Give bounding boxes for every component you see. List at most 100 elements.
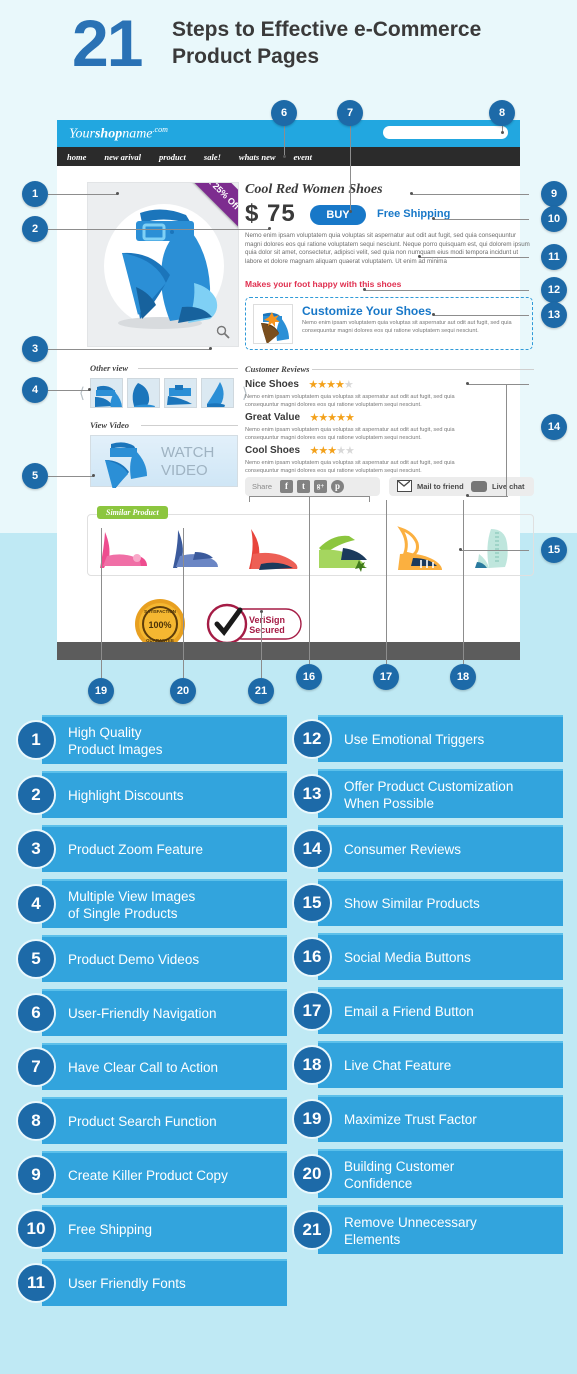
step-item[interactable]: Consumer Reviews 14 bbox=[292, 825, 563, 872]
twitter-icon[interactable]: t bbox=[297, 480, 310, 493]
leader-line-11 bbox=[420, 257, 529, 258]
step-item[interactable]: User-Friendly Navigation 6 bbox=[16, 989, 287, 1036]
leader-dot-8 bbox=[501, 131, 504, 134]
step-item[interactable]: Email a Friend Button 17 bbox=[292, 987, 563, 1034]
nav-item-sale[interactable]: sale! bbox=[204, 152, 221, 162]
customer-reviews-label: Customer Reviews bbox=[245, 364, 310, 374]
step-bar: Product Zoom Feature bbox=[42, 825, 287, 872]
leader-line-13 bbox=[434, 315, 529, 316]
logo-tld: .com bbox=[152, 125, 168, 134]
step-item[interactable]: Product Zoom Feature 3 bbox=[16, 825, 287, 872]
thumbnail-2[interactable] bbox=[127, 378, 160, 408]
logo-post: name bbox=[122, 126, 153, 142]
step-number-badge: 10 bbox=[16, 1208, 56, 1249]
step-number-badge: 6 bbox=[16, 992, 56, 1033]
step-item[interactable]: Product Demo Videos 5 bbox=[16, 935, 287, 982]
similar-product-red-pump[interactable] bbox=[239, 526, 309, 572]
leader-line-14b bbox=[506, 384, 507, 496]
googleplus-icon[interactable]: g+ bbox=[314, 480, 327, 493]
step-item[interactable]: Building Customer Confidence 20 bbox=[292, 1149, 563, 1198]
thumbnail-4[interactable] bbox=[201, 378, 234, 408]
step-bar: User-Friendly Navigation bbox=[42, 989, 287, 1036]
leader-dot-10 bbox=[432, 217, 435, 220]
step-item[interactable]: Highlight Discounts 2 bbox=[16, 771, 287, 818]
thumbnail-1[interactable] bbox=[90, 378, 123, 408]
step-bar: Offer Product Customization When Possible bbox=[318, 769, 563, 818]
step-bar: High Quality Product Images bbox=[42, 715, 287, 764]
step-label: Consumer Reviews bbox=[344, 842, 462, 857]
step-item[interactable]: Use Emotional Triggers 12 bbox=[292, 715, 563, 762]
callout-marker-20: 20 bbox=[170, 678, 196, 704]
envelope-icon[interactable] bbox=[397, 480, 412, 492]
similar-product-yellow-sandal[interactable] bbox=[387, 526, 457, 572]
customer-reviews-rule bbox=[312, 369, 534, 370]
similar-product-green-slingback[interactable] bbox=[313, 526, 383, 572]
facebook-icon[interactable]: f bbox=[280, 480, 293, 493]
nav-item-home[interactable]: home bbox=[67, 152, 86, 162]
step-item[interactable]: Multiple View Images of Single Products 4 bbox=[16, 879, 287, 928]
thumbnail-3[interactable] bbox=[164, 378, 197, 408]
similar-product-blue-sandal[interactable] bbox=[165, 526, 235, 572]
callout-marker-14: 14 bbox=[541, 414, 567, 440]
step-item[interactable]: Remove Unnecessary Elements 21 bbox=[292, 1205, 563, 1254]
leader-dot-4 bbox=[88, 388, 91, 391]
step-item[interactable]: Live Chat Feature 18 bbox=[292, 1041, 563, 1088]
other-view-label: Other view bbox=[90, 363, 129, 373]
customize-product-panel[interactable]: Customize Your Shoes Nemo enim ipsam vol… bbox=[245, 297, 533, 350]
step-label: Product Demo Videos bbox=[68, 952, 200, 967]
nav-item-whats-new[interactable]: whats new bbox=[239, 152, 276, 162]
shop-logo[interactable]: Yourshopname.com bbox=[69, 125, 168, 143]
emotional-trigger-text: Makes your foot happy with this shoes bbox=[245, 279, 402, 289]
other-view-thumbnails bbox=[90, 378, 238, 408]
product-demo-video[interactable]: WATCH VIDEO bbox=[90, 435, 238, 488]
step-item[interactable]: Create Killer Product Copy 9 bbox=[16, 1151, 287, 1198]
svg-text:VeriSign: VeriSign bbox=[249, 615, 285, 625]
step-item[interactable]: High Quality Product Images 1 bbox=[16, 715, 287, 764]
infographic-header: 21 Steps to Effective e-Commerce Product… bbox=[0, 0, 577, 100]
step-item[interactable]: Offer Product Customization When Possible… bbox=[292, 769, 563, 818]
live-chat-label[interactable]: Live chat bbox=[492, 482, 525, 491]
zoom-magnifier-icon[interactable] bbox=[216, 325, 230, 339]
leader-line-17 bbox=[386, 500, 387, 664]
step-label: User Friendly Fonts bbox=[68, 1276, 186, 1291]
leader-dot-12 bbox=[363, 288, 366, 291]
step-item[interactable]: Product Search Function 8 bbox=[16, 1097, 287, 1144]
step-item[interactable]: Free Shipping 10 bbox=[16, 1205, 287, 1252]
leader-dot-21 bbox=[260, 610, 263, 613]
leader-dot-1 bbox=[116, 192, 119, 195]
step-label: Offer Product Customization When Possible bbox=[344, 778, 514, 811]
step-number-badge: 12 bbox=[292, 718, 332, 759]
step-bar: Building Customer Confidence bbox=[318, 1149, 563, 1198]
mockup-footer-bar bbox=[57, 642, 520, 660]
leader-dot-15 bbox=[459, 548, 462, 551]
step-item[interactable]: Maximize Trust Factor 19 bbox=[292, 1095, 563, 1142]
contact-actions-bar: Mail to friend Live chat bbox=[389, 477, 534, 496]
leader-line-15 bbox=[461, 550, 529, 551]
step-label: Highlight Discounts bbox=[68, 788, 184, 803]
buy-button[interactable]: BUY bbox=[310, 205, 366, 225]
step-item[interactable]: User Friendly Fonts 11 bbox=[16, 1259, 287, 1306]
step-number-badge: 7 bbox=[16, 1046, 56, 1087]
thumbs-prev-arrow[interactable]: ⟨ bbox=[79, 384, 85, 402]
pinterest-icon[interactable]: p bbox=[331, 480, 344, 493]
steps-column-right: Use Emotional Triggers 12 Offer Product Cu… bbox=[292, 715, 563, 1261]
leader-line-19 bbox=[101, 528, 102, 678]
nav-item-event[interactable]: event bbox=[294, 152, 312, 162]
step-number-badge: 8 bbox=[16, 1100, 56, 1141]
step-item[interactable]: Have Clear Call to Action 7 bbox=[16, 1043, 287, 1090]
step-item[interactable]: Show Similar Products 15 bbox=[292, 879, 563, 926]
watch-video-text: WATCH VIDEO bbox=[161, 444, 215, 479]
step-bar: Multiple View Images of Single Products bbox=[42, 879, 287, 928]
product-price: $ 75 bbox=[245, 200, 296, 227]
customize-thumbnail bbox=[253, 304, 293, 344]
leader-line-10 bbox=[434, 219, 529, 220]
nav-item-product[interactable]: product bbox=[159, 152, 186, 162]
step-item[interactable]: Social Media Buttons 16 bbox=[292, 933, 563, 980]
search-input[interactable] bbox=[383, 126, 508, 139]
mail-to-friend-label[interactable]: Mail to friend bbox=[417, 482, 464, 491]
nav-item-new-arival[interactable]: new arival bbox=[104, 152, 141, 162]
svg-text:Secured: Secured bbox=[249, 625, 285, 635]
chat-bubble-icon[interactable] bbox=[471, 481, 487, 492]
similar-product-mint-bootie[interactable] bbox=[461, 526, 531, 572]
main-product-image[interactable]: Get 25% Off bbox=[87, 182, 239, 347]
